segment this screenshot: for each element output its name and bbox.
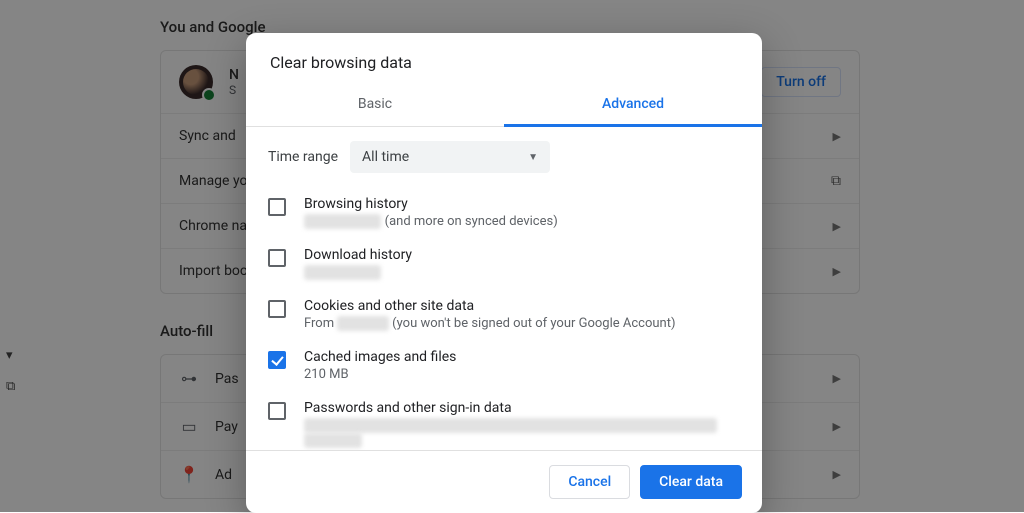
checkbox-cached-images[interactable] — [268, 351, 286, 369]
dialog-footer: Cancel Clear data — [246, 450, 762, 513]
option-title: Browsing history — [304, 196, 740, 212]
checkbox-browsing-history[interactable] — [268, 198, 286, 216]
option-subtitle: From xxxxxxxx (you won't be signed out o… — [304, 316, 740, 331]
time-range-row: Time range All time ▼ — [268, 141, 740, 173]
option-cached-images: Cached images and files 210 MB — [268, 342, 740, 389]
clear-browsing-data-dialog: Clear browsing data Basic Advanced Time … — [246, 33, 762, 513]
dialog-title: Clear browsing data — [246, 33, 762, 86]
time-range-select[interactable]: All time ▼ — [350, 141, 550, 173]
option-title: Download history — [304, 247, 740, 263]
option-subtitle: xxxxxxxxxxxx — [304, 265, 740, 280]
tab-basic[interactable]: Basic — [246, 86, 504, 126]
time-range-value: All time — [362, 149, 409, 165]
tab-advanced[interactable]: Advanced — [504, 86, 762, 127]
option-title: Passwords and other sign-in data — [304, 400, 740, 416]
options-list: Browsing history xxxxxxxxxxxx (and more … — [268, 189, 740, 450]
option-title: Cookies and other site data — [304, 298, 740, 314]
dialog-tabs: Basic Advanced — [246, 86, 762, 127]
option-download-history: Download history xxxxxxxxxxxx — [268, 240, 740, 287]
checkbox-cookies[interactable] — [268, 300, 286, 318]
clear-data-button[interactable]: Clear data — [640, 465, 742, 499]
option-subtitle: xxxxxxxxxxxxxxxxxxxxxxxxxxxxxxxxxxxxxxxx… — [304, 418, 740, 448]
cancel-button[interactable]: Cancel — [549, 465, 630, 499]
option-title: Cached images and files — [304, 349, 740, 365]
chevron-down-icon: ▼ — [528, 152, 538, 163]
checkbox-passwords[interactable] — [268, 402, 286, 420]
option-browsing-history: Browsing history xxxxxxxxxxxx (and more … — [268, 189, 740, 236]
option-passwords: Passwords and other sign-in data xxxxxxx… — [268, 393, 740, 450]
option-cookies: Cookies and other site data From xxxxxxx… — [268, 291, 740, 338]
checkbox-download-history[interactable] — [268, 249, 286, 267]
option-subtitle: xxxxxxxxxxxx (and more on synced devices… — [304, 214, 740, 229]
time-range-label: Time range — [268, 149, 338, 165]
option-subtitle: 210 MB — [304, 367, 740, 382]
